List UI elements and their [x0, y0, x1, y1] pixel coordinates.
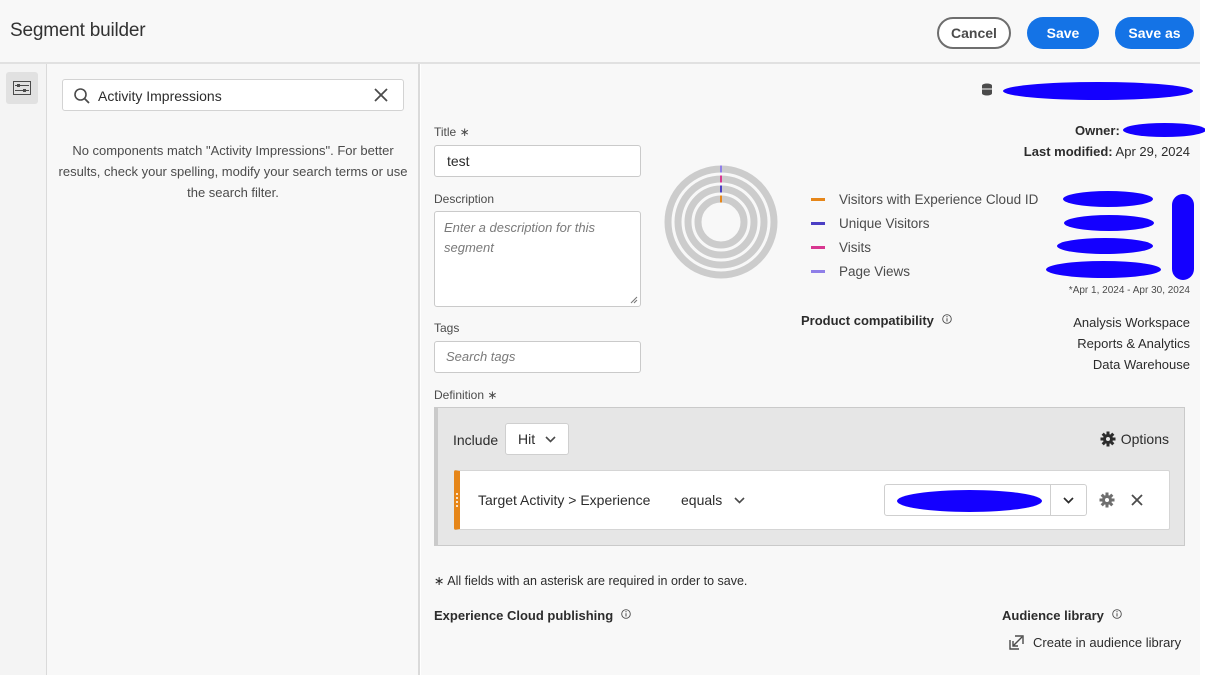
rule-row[interactable]: Target Activity > Experience equals: [454, 470, 1170, 530]
summary-ring-chart: [664, 165, 778, 279]
info-icon[interactable]: [1111, 609, 1122, 619]
title-input-value: test: [447, 153, 470, 169]
chevron-down-icon: [545, 436, 556, 443]
segment-editor: Title ∗ test Description Enter a descrip…: [421, 64, 1205, 675]
rule-dimension[interactable]: Target Activity > Experience: [478, 492, 650, 508]
title-label: Title ∗: [434, 125, 470, 139]
experience-cloud-publishing-text: Experience Cloud publishing: [434, 608, 614, 623]
components-panel-toggle[interactable]: [6, 72, 38, 104]
definition-label: Definition ∗: [434, 388, 498, 402]
save-as-button[interactable]: Save as: [1115, 17, 1194, 49]
scope-dropdown[interactable]: Hit: [505, 423, 569, 455]
legend-item-page-views: Page Views: [811, 261, 910, 281]
description-textarea[interactable]: Enter a description for this segment: [434, 211, 641, 307]
value-dropdown-button[interactable]: [1050, 485, 1086, 515]
no-results-message: No components match "Activity Impression…: [58, 143, 408, 200]
remove-rule-button[interactable]: [1128, 491, 1146, 509]
page-title: Segment builder: [10, 20, 146, 41]
legend-swatch: [811, 221, 825, 225]
components-icon: [13, 81, 31, 95]
external-link-icon: [1009, 635, 1024, 650]
search-icon: [74, 88, 90, 104]
redacted-percent: [1172, 194, 1194, 280]
legend-item-visits: Visits: [811, 237, 871, 257]
tags-label: Tags: [434, 321, 460, 335]
description-placeholder: Enter a description for this segment: [444, 220, 596, 255]
operator-dropdown[interactable]: equals: [681, 492, 745, 508]
include-label: Include: [453, 432, 499, 448]
save-button[interactable]: Save: [1027, 17, 1099, 49]
value-combobox[interactable]: [884, 484, 1087, 516]
database-icon: [982, 83, 992, 96]
gear-icon: [1099, 492, 1115, 508]
product-list: Analysis Workspace Reports & Analytics D…: [1073, 312, 1190, 375]
legend-label: Unique Visitors: [839, 215, 930, 231]
product-item: Data Warehouse: [1092, 357, 1190, 372]
audience-library-label: Audience library: [1002, 608, 1122, 623]
title-input[interactable]: test: [434, 145, 641, 177]
redacted-count: [1046, 261, 1161, 278]
component-search[interactable]: Activity Impressions: [62, 79, 404, 111]
tags-placeholder: Search tags: [446, 349, 516, 364]
redacted-count: [1064, 215, 1154, 231]
options-label: Options: [1120, 431, 1169, 447]
options-button[interactable]: Options: [1100, 431, 1169, 447]
info-icon[interactable]: [941, 314, 952, 324]
scope-value: Hit: [518, 431, 536, 447]
operator-value: equals: [681, 492, 723, 508]
chevron-down-icon: [1063, 496, 1074, 504]
search-input[interactable]: Activity Impressions: [98, 88, 222, 104]
components-panel: Activity Impressions No components match…: [47, 64, 420, 675]
left-rail: [0, 64, 47, 675]
redacted-count: [1063, 191, 1153, 207]
owner-label: Owner:: [1075, 123, 1120, 138]
legend-swatch: [811, 245, 825, 249]
top-bar: Segment builder Cancel Save Save as: [0, 0, 1200, 64]
drag-handle-icon[interactable]: [455, 491, 459, 509]
chevron-down-icon: [734, 496, 745, 504]
audience-library-text: Audience library: [1002, 608, 1104, 623]
close-icon: [1131, 494, 1143, 506]
last-modified-value: Apr 29, 2024: [1115, 144, 1190, 159]
product-item: Reports & Analytics: [1077, 336, 1190, 351]
legend-label: Page Views: [839, 263, 911, 279]
legend-label: Visits: [839, 239, 872, 255]
create-in-audience-library-link[interactable]: Create in audience library: [1008, 634, 1181, 651]
resize-handle-icon[interactable]: [630, 296, 638, 304]
date-range-note: *Apr 1, 2024 - Apr 30, 2024: [1068, 285, 1190, 296]
product-item: Analysis Workspace: [1073, 315, 1190, 330]
cancel-button[interactable]: Cancel: [937, 17, 1011, 49]
redacted-report-suite: [1003, 82, 1193, 100]
required-note-text: All fields with an asterisk are required…: [447, 574, 748, 588]
rule-settings-button[interactable]: [1098, 491, 1116, 509]
product-compatibility-text: Product compatibility: [801, 313, 934, 328]
tags-input[interactable]: Search tags: [434, 341, 641, 373]
legend-label: Visitors with Experience Cloud ID: [839, 191, 1039, 207]
last-modified-label: Last modified:: [1023, 144, 1113, 159]
legend-item-unique-visitors: Unique Visitors: [811, 213, 930, 233]
product-compatibility-label: Product compatibility: [801, 313, 952, 328]
definition-container[interactable]: Include Hit Options Target Activity > Ex…: [434, 407, 1185, 546]
gear-icon: [1100, 431, 1116, 447]
create-in-audience-library-text: Create in audience library: [1033, 635, 1182, 650]
experience-cloud-publishing-label: Experience Cloud publishing: [434, 608, 631, 623]
last-modified: Last modified: Apr 29, 2024: [1024, 144, 1190, 159]
redacted-value: [897, 490, 1042, 512]
legend-swatch: [811, 269, 825, 273]
legend-item-ecid: Visitors with Experience Cloud ID: [811, 189, 1038, 209]
legend-swatch: [811, 197, 825, 201]
redacted-count: [1057, 238, 1153, 254]
description-label: Description: [434, 192, 495, 206]
required-note: ∗ All fields with an asterisk are requir…: [434, 574, 748, 588]
redacted-owner: [1123, 123, 1205, 137]
clear-search-icon[interactable]: [373, 87, 389, 103]
info-icon[interactable]: [621, 609, 631, 619]
